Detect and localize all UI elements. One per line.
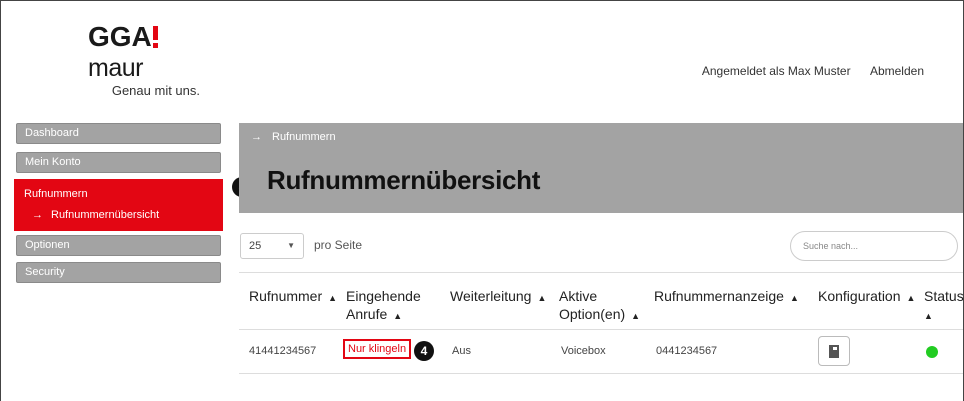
sort-up-icon: ▲ [328, 293, 338, 303]
page-header: → Rufnummern Rufnummernübersicht [239, 123, 963, 213]
step-badge-4: 4 [414, 341, 434, 361]
col-header-label: Rufnummer [249, 288, 323, 304]
sidebar-subitem-label: Rufnummernübersicht [51, 209, 160, 221]
col-header-label: Status [924, 288, 964, 304]
cell-eingehende-anrufe-link[interactable]: Nur klingeln [343, 339, 412, 359]
sidebar-group-rufnummern: Rufnummern → Rufnummernübersicht [14, 179, 223, 231]
cell-aktive-optionen: Voicebox [561, 345, 606, 357]
col-header-label: Konfiguration [818, 288, 901, 304]
sort-up-icon: ▲ [924, 311, 933, 321]
caret-down-icon: ▼ [287, 241, 295, 250]
col-header-label: Weiterleitung [450, 288, 532, 304]
sidebar-item-rufnummern[interactable]: Rufnummern [18, 183, 219, 205]
sort-up-icon: ▲ [631, 311, 641, 321]
col-header-label: Anrufe [346, 306, 388, 322]
logo-tagline: Genau mit uns. [111, 83, 200, 98]
logo[interactable]: GGAmaur Genau mit uns. [88, 21, 208, 99]
breadcrumb-item[interactable]: Rufnummern [272, 131, 336, 143]
sidebar-item-security[interactable]: Security [16, 262, 221, 283]
sidebar: Dashboard Mein Konto Rufnummern → Rufnumm… [14, 123, 223, 291]
sort-up-icon: ▲ [393, 311, 403, 321]
sidebar-item-mein-konto[interactable]: Mein Konto [16, 152, 221, 173]
col-header-label: Rufnummernanzeige [654, 288, 784, 304]
col-header-label: Option(en) [559, 306, 626, 322]
arrow-right-icon: → [251, 131, 262, 143]
per-page-value: 25 [249, 240, 262, 252]
col-header-eingehende-anrufe[interactable]: Eingehende Anrufe ▲ [346, 287, 421, 325]
status-indicator-icon [926, 346, 938, 358]
configuration-button[interactable] [818, 336, 850, 366]
col-header-status[interactable]: Status ▲ [924, 287, 964, 325]
col-header-label: Aktive [559, 288, 598, 304]
phone-config-icon [829, 345, 839, 358]
logo-name-bold: GGA [88, 21, 152, 52]
logo-name-light: maur [88, 54, 143, 82]
col-header-weiterleitung[interactable]: Weiterleitung ▲ [450, 287, 546, 307]
page-title: Rufnummernübersicht [267, 165, 541, 195]
breadcrumb: → Rufnummern [251, 131, 336, 143]
logout-link[interactable]: Abmelden [870, 64, 924, 78]
table-top-divider [239, 272, 963, 273]
logged-in-label: Angemeldet als Max Muster [701, 64, 851, 78]
sort-up-icon: ▲ [906, 293, 916, 303]
col-header-rufnummer[interactable]: Rufnummer ▲ [249, 287, 337, 307]
col-header-rufnummernanzeige[interactable]: Rufnummernanzeige ▲ [654, 287, 799, 307]
logo-mark-icon [152, 26, 158, 48]
arrow-right-icon: → [32, 209, 43, 221]
sidebar-item-dashboard[interactable]: Dashboard [16, 123, 221, 144]
per-page-select[interactable]: 25 ▼ [240, 233, 304, 259]
col-header-konfiguration[interactable]: Konfiguration ▲ [818, 287, 915, 307]
col-header-label: Eingehende [346, 288, 421, 304]
user-bar: Angemeldet als Max Muster Abmelden [702, 64, 924, 78]
table-header-divider [239, 329, 963, 330]
cell-rufnummer: 41441234567 [249, 345, 317, 357]
sidebar-subitem-rufnummernuebersicht[interactable]: → Rufnummernübersicht [18, 205, 219, 227]
per-page-label: pro Seite [314, 238, 363, 252]
search-input[interactable]: Suche nach... [790, 231, 958, 261]
table-bottom-divider [239, 373, 963, 374]
sort-up-icon: ▲ [537, 293, 547, 303]
cell-rufnummernanzeige: 0441234567 [656, 345, 718, 357]
sort-up-icon: ▲ [789, 293, 799, 303]
cell-weiterleitung: Aus [452, 345, 471, 357]
sidebar-item-optionen[interactable]: Optionen [16, 235, 221, 256]
col-header-aktive-optionen[interactable]: Aktive Option(en) ▲ [559, 287, 640, 325]
